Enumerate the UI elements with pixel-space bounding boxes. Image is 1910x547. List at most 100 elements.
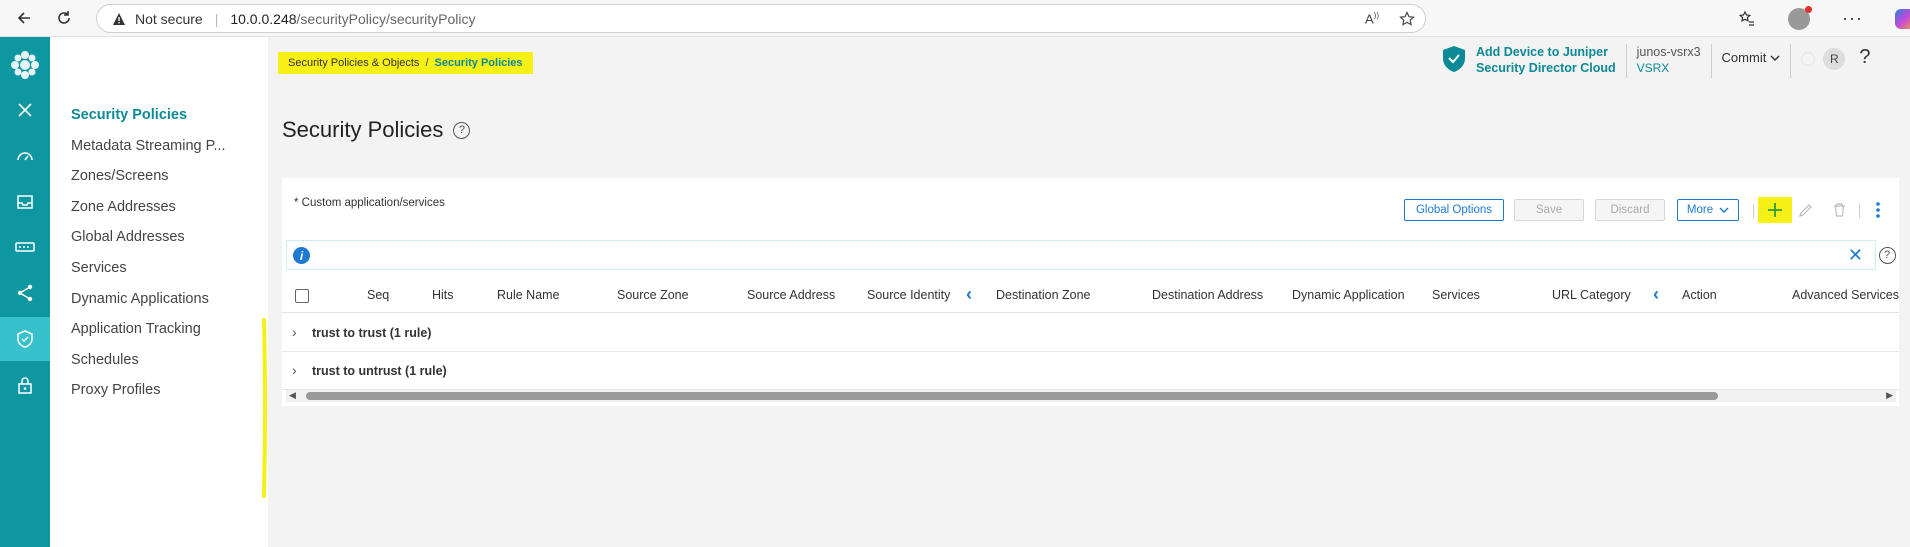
global-options-button[interactable]: Global Options: [1404, 199, 1504, 221]
chevron-down-icon: [1770, 55, 1780, 61]
profile-icon[interactable]: [1788, 5, 1812, 30]
add-rule-button[interactable]: [1758, 197, 1792, 223]
policies-panel: * Custom application/services Global Opt…: [282, 178, 1899, 406]
sub-navigation: Security Policies Metadata Streaming P..…: [50, 37, 268, 547]
divider: [1790, 44, 1792, 78]
column-rule-name[interactable]: Rule Name: [497, 288, 560, 302]
scrollbar-thumb[interactable]: [306, 392, 1718, 400]
url-host: 10.0.0.248: [230, 10, 297, 27]
chevron-right-icon[interactable]: ›: [292, 324, 297, 340]
rail-network[interactable]: [0, 271, 50, 315]
global-help-icon[interactable]: ?: [1859, 46, 1870, 69]
info-banner: i ✕: [286, 240, 1876, 270]
collapse-left-icon[interactable]: ‹: [1653, 284, 1659, 305]
collapse-left-icon[interactable]: ‹: [966, 284, 972, 305]
column-services[interactable]: Services: [1432, 288, 1480, 302]
column-source-address[interactable]: Source Address: [747, 288, 835, 302]
highlight-annotation: [262, 318, 267, 498]
app-rail: [0, 37, 50, 547]
column-dynamic-application[interactable]: Dynamic Application: [1292, 288, 1405, 302]
security-director-shield-icon: [1443, 46, 1465, 72]
horizontal-scrollbar[interactable]: ◀ ▶: [286, 390, 1896, 402]
select-all-checkbox[interactable]: [295, 289, 309, 303]
column-destination-zone[interactable]: Destination Zone: [996, 288, 1091, 302]
rail-logo[interactable]: [0, 43, 50, 87]
back-button[interactable]: [4, 0, 44, 37]
rail-devices[interactable]: [0, 225, 50, 269]
rail-monitor[interactable]: [0, 180, 50, 224]
column-hits[interactable]: Hits: [432, 288, 454, 302]
more-menu-icon[interactable]: ···: [1842, 8, 1863, 29]
subnav-zone-addresses[interactable]: Zone Addresses: [71, 199, 176, 215]
policy-group-row[interactable]: › trust to untrust (1 rule): [282, 352, 1899, 390]
breadcrumb-separator: /: [425, 57, 429, 69]
read-aloud-icon[interactable]: A)): [1365, 11, 1379, 26]
subnav-proxy-profiles[interactable]: Proxy Profiles: [71, 382, 160, 398]
subnav-zones-screens[interactable]: Zones/Screens: [71, 168, 169, 184]
group-label: trust to untrust (1 rule): [312, 364, 447, 378]
rail-close[interactable]: [0, 88, 50, 132]
subnav-metadata-streaming[interactable]: Metadata Streaming P...: [71, 138, 226, 154]
save-button[interactable]: Save: [1514, 199, 1584, 221]
chevron-right-icon[interactable]: ›: [292, 362, 297, 378]
copilot-icon[interactable]: [1894, 8, 1910, 29]
subnav-security-policies[interactable]: Security Policies: [71, 107, 187, 123]
favorites-bar-icon[interactable]: [1738, 10, 1756, 28]
toolbar-divider: [1859, 204, 1860, 218]
column-url-category[interactable]: URL Category: [1552, 288, 1631, 302]
scroll-right-arrow-icon[interactable]: ▶: [1886, 390, 1893, 401]
column-seq[interactable]: Seq: [367, 288, 389, 302]
policy-group-row[interactable]: › trust to trust (1 rule): [282, 314, 1899, 352]
header-actions: Add Device to Juniper Security Director …: [1440, 44, 1870, 78]
group-label: trust to trust (1 rule): [312, 326, 432, 340]
divider: [1625, 44, 1627, 78]
breadcrumb-parent[interactable]: Security Policies & Objects: [288, 57, 419, 69]
kebab-menu-button[interactable]: [1868, 197, 1888, 223]
not-secure-label[interactable]: Not secure: [135, 11, 203, 27]
column-advanced-services[interactable]: Advanced Services: [1792, 288, 1899, 302]
column-source-identity[interactable]: Source Identity: [867, 288, 950, 302]
column-action[interactable]: Action: [1682, 288, 1717, 302]
subnav-services[interactable]: Services: [71, 260, 127, 276]
add-device-jsd-link[interactable]: Add Device to Juniper Security Director …: [1476, 44, 1616, 76]
discard-button[interactable]: Discard: [1595, 199, 1665, 221]
favorite-star-icon[interactable]: [1399, 10, 1415, 27]
device-name: junos-vsrx3: [1636, 45, 1701, 59]
subnav-application-tracking[interactable]: Application Tracking: [71, 321, 201, 337]
scroll-left-arrow-icon[interactable]: ◀: [289, 390, 296, 401]
rail-dashboard[interactable]: [0, 134, 50, 178]
user-avatar[interactable]: R: [1823, 48, 1846, 70]
table-help-button[interactable]: ?: [1875, 240, 1899, 270]
subnav-global-addresses[interactable]: Global Addresses: [71, 229, 185, 245]
custom-app-note: * Custom application/services: [294, 197, 445, 209]
toolbar-divider: [1753, 204, 1754, 218]
url-text[interactable]: 10.0.0.248/securityPolicy/securityPolicy: [230, 11, 475, 27]
back-arrow-icon: [17, 12, 30, 24]
pencil-icon: [1798, 203, 1812, 217]
page-title: Security Policies: [282, 117, 444, 142]
more-label: More: [1686, 204, 1714, 216]
refresh-button[interactable]: [44, 0, 84, 37]
help-icon[interactable]: ?: [453, 121, 471, 139]
shield-check-icon: [17, 330, 33, 348]
column-source-zone[interactable]: Source Zone: [617, 288, 689, 302]
table-header: Seq Hits Rule Name Source Zone Source Ad…: [282, 278, 1899, 313]
app-logo-icon: [11, 51, 39, 79]
commit-dropdown[interactable]: Commit: [1722, 50, 1781, 65]
delete-button[interactable]: [1826, 197, 1852, 223]
lock-icon: [18, 377, 32, 394]
subnav-schedules[interactable]: Schedules: [71, 352, 139, 368]
column-destination-address[interactable]: Destination Address: [1152, 288, 1263, 302]
rail-lock[interactable]: [0, 363, 50, 407]
device-model: VSRX: [1636, 61, 1670, 75]
more-dropdown[interactable]: More: [1677, 199, 1739, 221]
address-bar[interactable]: Not secure | 10.0.0.248/securityPolicy/s…: [96, 4, 1426, 33]
page-header: Security Policies ?: [282, 117, 471, 143]
notification-icon[interactable]: [1801, 52, 1816, 66]
rail-security[interactable]: [0, 317, 50, 361]
edit-button[interactable]: [1792, 197, 1818, 223]
device-info: junos-vsrx3 VSRX: [1637, 44, 1701, 76]
close-banner-icon[interactable]: ✕: [1848, 245, 1863, 266]
subnav-dynamic-applications[interactable]: Dynamic Applications: [71, 291, 209, 307]
breadcrumb: Security Policies & Objects / Security P…: [278, 52, 533, 74]
